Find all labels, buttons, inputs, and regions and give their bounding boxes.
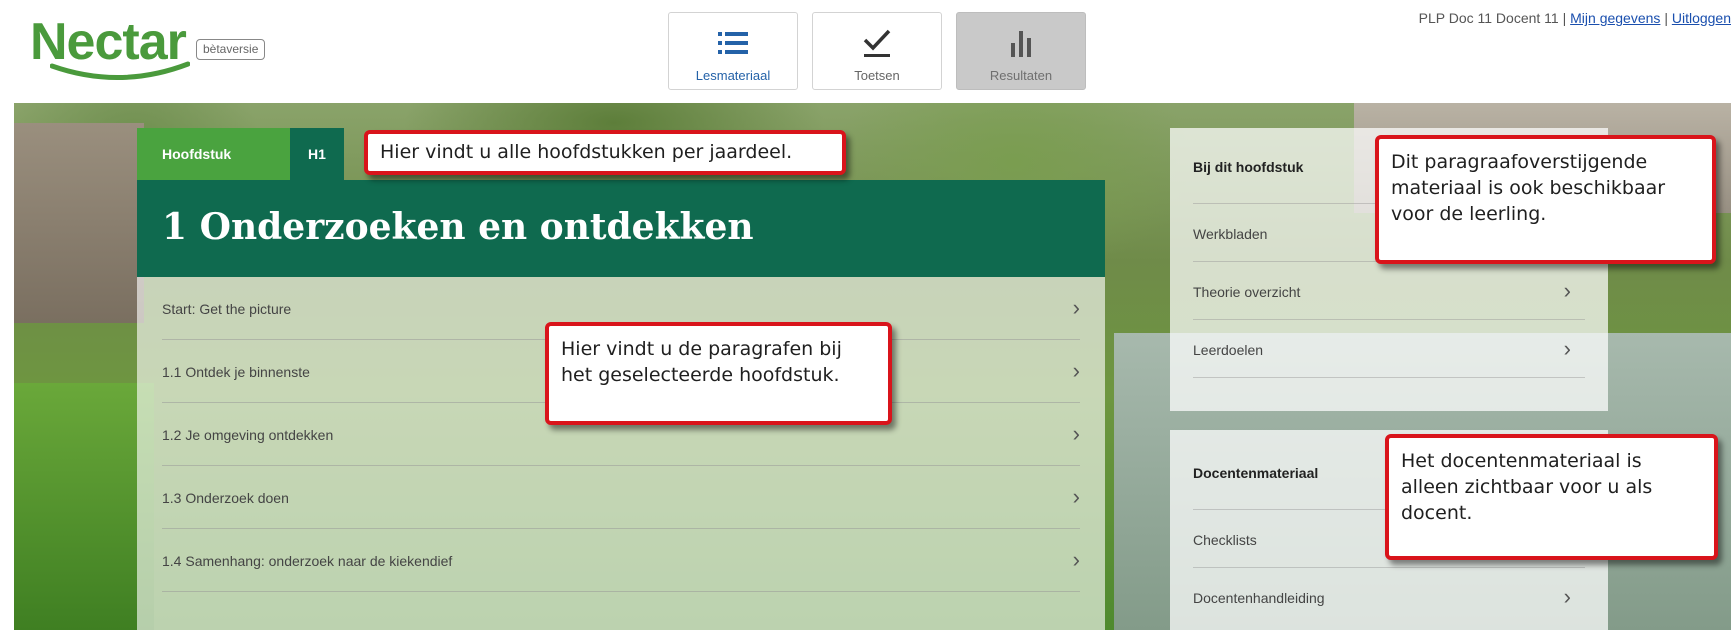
list-icon [718, 32, 748, 54]
separator: | [1664, 10, 1668, 26]
side-item-docentenhandleiding[interactable]: Docentenhandleiding › [1193, 567, 1585, 625]
logout-link[interactable]: Uitloggen [1672, 10, 1731, 26]
side-item-label: Leerdoelen [1193, 342, 1264, 358]
side-item-label: Checklists [1193, 532, 1257, 548]
list-item[interactable]: 1.3 Onderzoek doen › [162, 466, 1080, 529]
checkmark-icon [863, 29, 891, 57]
side-item-label: Docentenhandleiding [1193, 590, 1325, 606]
list-item[interactable]: 1.4 Samenhang: onderzoek naar de kiekend… [162, 529, 1080, 592]
background-building [14, 123, 144, 323]
chevron-right-icon: › [1563, 336, 1571, 361]
chevron-right-icon: › [1072, 484, 1080, 509]
chevron-right-icon: › [1072, 421, 1080, 446]
my-details-link[interactable]: Mijn gegevens [1570, 10, 1660, 26]
chevron-right-icon: › [1072, 547, 1080, 572]
chapter-title: 1 Onderzoeken en ontdekken [162, 206, 754, 248]
chevron-right-icon: › [1563, 278, 1571, 303]
tab-toetsen[interactable]: Toetsen [812, 12, 942, 90]
paragraph-label: 1.4 Samenhang: onderzoek naar de kiekend… [162, 553, 453, 569]
logo-swoosh-icon [50, 61, 190, 80]
side-item-label: Werkbladen [1193, 226, 1268, 242]
side-item-label: Theorie overzicht [1193, 284, 1301, 300]
paragraph-label: Start: Get the picture [162, 301, 292, 317]
tab-resultaten[interactable]: Resultaten [956, 12, 1086, 90]
side-item-leerdoelen[interactable]: Leerdoelen › [1193, 319, 1585, 377]
chapter-material-heading: Bij dit hoofdstuk [1193, 159, 1304, 175]
paragraph-label: 1.1 Ontdek je binnenste [162, 364, 310, 380]
tab-label: Resultaten [989, 68, 1053, 83]
chapter-tab-label: Hoofdstuk [137, 128, 290, 180]
user-bar: PLP Doc 11 Docent 11 | Mijn gegevens | U… [1419, 10, 1731, 26]
nectar-logo[interactable]: Nectar [30, 8, 200, 80]
callout-chapters: Hier vindt u alle hoofdstukken per jaard… [364, 130, 846, 175]
chevron-right-icon: › [1072, 358, 1080, 383]
separator: | [1562, 10, 1567, 26]
paragraph-label: 1.3 Onderzoek doen [162, 490, 289, 506]
callout-paragraphs: Hier vindt u de paragrafen bij het gesel… [545, 322, 892, 425]
callout-teacher-material: Het docentenmateriaal is alleen zichtbaa… [1385, 434, 1718, 560]
main-nav-tabs: Lesmateriaal Toetsen Resultaten [668, 12, 1086, 90]
tab-lesmateriaal[interactable]: Lesmateriaal [668, 12, 798, 90]
top-header: Nectar bètaversie Lesmateriaal Toetsen R… [0, 0, 1731, 103]
chapter-header: 1 Onderzoeken en ontdekken [137, 180, 1105, 277]
chevron-right-icon: › [1072, 295, 1080, 320]
background-grass [14, 383, 154, 630]
user-name: PLP Doc 11 Docent 11 [1418, 10, 1559, 26]
divider [1193, 377, 1585, 378]
teacher-material-heading: Docentenmateriaal [1193, 465, 1319, 481]
chapter-selector: Hoofdstuk H1 [137, 128, 344, 180]
tab-label: Lesmateriaal [695, 68, 771, 83]
beta-badge: bètaversie [196, 39, 266, 60]
chevron-right-icon: › [1563, 584, 1571, 609]
bar-chart-icon [1011, 31, 1031, 57]
tab-label: Toetsen [854, 68, 900, 83]
callout-student-material: Dit paragraafoverstijgende materiaal is … [1375, 135, 1716, 264]
chapter-tab-h1[interactable]: H1 [290, 128, 344, 180]
side-item-theorie-overzicht[interactable]: Theorie overzicht › [1193, 261, 1585, 319]
paragraph-label: 1.2 Je omgeving ontdekken [162, 427, 334, 443]
